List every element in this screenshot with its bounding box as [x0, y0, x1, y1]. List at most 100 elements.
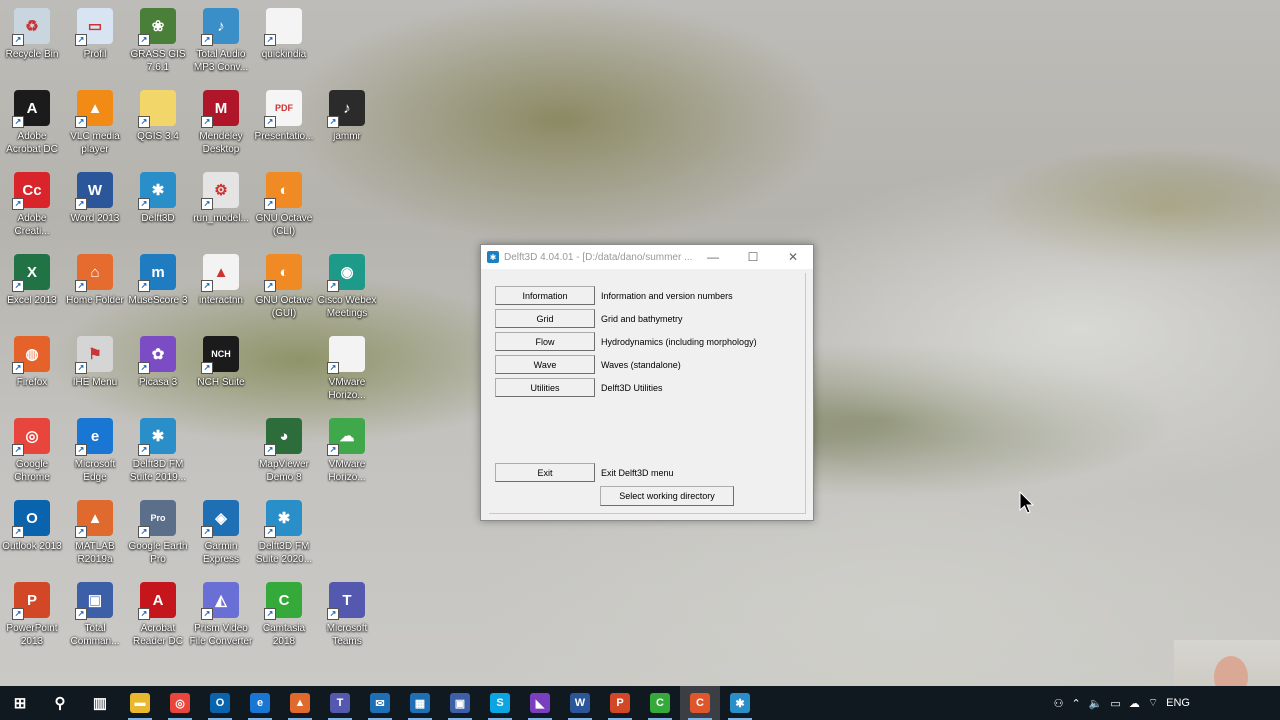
- taskbar-outlook-button[interactable]: O: [200, 686, 240, 720]
- desktop-shortcut[interactable]: ◕ ↗ MapViewer Demo 8: [252, 414, 316, 494]
- desktop-shortcut[interactable]: ↗ QGIS 3.4: [126, 86, 190, 166]
- desktop-shortcut[interactable]: ▭ ↗ Profil: [63, 4, 127, 84]
- desktop-shortcut[interactable]: M ↗ Mendeley Desktop: [189, 86, 253, 166]
- taskbar-word-button[interactable]: W: [560, 686, 600, 720]
- taskbar-file-explorer-button[interactable]: ▬: [120, 686, 160, 720]
- menu-row: Utilities Delft3D Utilities: [495, 378, 663, 397]
- exit-button[interactable]: Exit: [495, 463, 595, 482]
- desktop-shortcut[interactable]: X ↗ Excel 2013: [0, 250, 64, 330]
- total-commander-icon: ▣: [450, 693, 470, 713]
- desktop-shortcut[interactable]: ◭ ↗ Prism Video File Converter: [189, 578, 253, 658]
- camtasia-icon: C ↗: [264, 582, 302, 620]
- taskbar-total-commander-button[interactable]: ▣: [440, 686, 480, 720]
- volume-icon[interactable]: 🔈: [1089, 697, 1103, 710]
- desktop-shortcut[interactable]: ◎ ↗ Google Chrome: [0, 414, 64, 494]
- desktop-shortcut[interactable]: ▲ ↗ VLC media player: [63, 86, 127, 166]
- shortcut-arrow-icon: ↗: [12, 34, 24, 46]
- taskbar-start-button-button[interactable]: ⊞: [0, 686, 40, 720]
- word-icon: W: [570, 693, 590, 713]
- shortcut-arrow-icon: ↗: [138, 116, 150, 128]
- taskbar-camtasia-button[interactable]: C: [640, 686, 680, 720]
- desktop-shortcut[interactable]: ▲ ↗ MATLAB R2019a: [63, 496, 127, 576]
- desktop-shortcut[interactable]: A ↗ Acrobat Reader DC: [126, 578, 190, 658]
- desktop-shortcut[interactable]: ♪ ↗ Total Audio MP3 Conv...: [189, 4, 253, 84]
- taskbar-matlab-button[interactable]: ▲: [280, 686, 320, 720]
- desktop-shortcut-label: NCH Suite: [197, 377, 245, 388]
- information-button[interactable]: Information: [495, 286, 595, 305]
- desktop-shortcut[interactable]: ↗ VMware Horizo...: [315, 332, 379, 412]
- close-button[interactable]: ✕: [773, 250, 813, 264]
- desktop-shortcut[interactable]: ✱ ↗ Delft3D FM Suite 2020...: [252, 496, 316, 576]
- taskbar-delft3d-button[interactable]: ✱: [720, 686, 760, 720]
- desktop-shortcut[interactable]: ↗ quickindia: [252, 4, 316, 84]
- network-icon[interactable]: ⌔: [1148, 696, 1158, 710]
- desktop-shortcut[interactable]: W ↗ Word 2013: [63, 168, 127, 248]
- chevron-up-icon[interactable]: ⌃: [1071, 697, 1080, 710]
- select-working-directory-button[interactable]: Select working directory: [600, 486, 734, 506]
- battery-icon[interactable]: ▭: [1110, 697, 1120, 710]
- desktop-shortcut[interactable]: ◍ ↗ Firefox: [0, 332, 64, 412]
- desktop-shortcut[interactable]: Cc ↗ Adobe Creati...: [0, 168, 64, 248]
- cloud-icon[interactable]: ☁: [1129, 697, 1140, 710]
- desktop-shortcut[interactable]: T ↗ Microsoft Teams: [315, 578, 379, 658]
- taskbar-teams-button[interactable]: T: [320, 686, 360, 720]
- desktop-shortcut[interactable]: ◉ ↗ Cisco Webex Meetings: [315, 250, 379, 330]
- mail-icon: ✉: [370, 693, 390, 713]
- file-explorer-icon: ▬: [130, 693, 150, 713]
- desktop-shortcut[interactable]: m ↗ MuseScore 3: [126, 250, 190, 330]
- taskbar-search-button[interactable]: ⚲: [40, 686, 80, 720]
- taskbar-powerpoint-button[interactable]: P: [600, 686, 640, 720]
- desktop-shortcut[interactable]: ✱ ↗ Delft3D FM Suite 2019...: [126, 414, 190, 494]
- desktop-shortcut[interactable]: ⚑ ↗ IHE Menu: [63, 332, 127, 412]
- desktop-shortcut-label: Delft3D FM Suite 2020...: [255, 541, 313, 565]
- desktop-shortcut[interactable]: ✿ ↗ Picasa 3: [126, 332, 190, 412]
- desktop-shortcut[interactable]: PDF ↗ Presentatio...: [252, 86, 316, 166]
- taskbar-calendar-button[interactable]: ▦: [400, 686, 440, 720]
- desktop-shortcut-label: interactnn: [199, 295, 243, 306]
- taskbar-chrome-button[interactable]: ◎: [160, 686, 200, 720]
- desktop-shortcut[interactable]: ◐ ↗ GNU Octave (CLI): [252, 168, 316, 248]
- desktop-shortcut[interactable]: ♻ ↗ Recycle Bin: [0, 4, 64, 84]
- wave-button[interactable]: Wave: [495, 355, 595, 374]
- desktop-shortcut[interactable]: Pro ↗ Google Earth Pro: [126, 496, 190, 576]
- desktop-shortcut[interactable]: ▲ ↗ interactnn: [189, 250, 253, 330]
- desktop-shortcut[interactable]: ◐ ↗ GNU Octave (GUI): [252, 250, 316, 330]
- utilities-button[interactable]: Utilities: [495, 378, 595, 397]
- desktop-shortcut[interactable]: ◈ ↗ Garmin Express: [189, 496, 253, 576]
- desktop-shortcut[interactable]: ☁ ↗ VMware Horizo...: [315, 414, 379, 494]
- desktop-shortcut[interactable]: A ↗ Adobe Acrobat DC: [0, 86, 64, 166]
- nch-suite-icon: NCH ↗: [201, 336, 239, 374]
- shortcut-arrow-icon: ↗: [75, 526, 87, 538]
- flow-button[interactable]: Flow: [495, 332, 595, 351]
- taskbar-task-view-button[interactable]: ▥: [80, 686, 120, 720]
- desktop-shortcut[interactable]: P ↗ PowerPoint 2013: [0, 578, 64, 658]
- desktop-shortcut[interactable]: ✱ ↗ Delft3D: [126, 168, 190, 248]
- grid-button[interactable]: Grid: [495, 309, 595, 328]
- desktop-shortcut[interactable]: NCH ↗ NCH Suite: [189, 332, 253, 412]
- taskbar-skype-button[interactable]: S: [480, 686, 520, 720]
- shortcut-arrow-icon: ↗: [138, 362, 150, 374]
- desktop-shortcut-label: Recycle Bin: [5, 49, 59, 60]
- maximize-button[interactable]: ☐: [733, 250, 773, 264]
- people-icon[interactable]: ⚇: [1054, 697, 1064, 710]
- desktop-shortcut[interactable]: ❀ ↗ GRASS GIS 7.6.1: [126, 4, 190, 84]
- taskbar-visual-studio-button[interactable]: ◣: [520, 686, 560, 720]
- desktop-shortcut[interactable]: ⚙ ↗ run_model...: [189, 168, 253, 248]
- desktop-shortcut[interactable]: ▣ ↗ Total Comman...: [63, 578, 127, 658]
- desktop-shortcut[interactable]: ♪ ↗ jammr: [315, 86, 379, 166]
- desktop-shortcut-label: GNU Octave (GUI): [255, 295, 313, 319]
- title-bar[interactable]: ✱ Delft3D 4.04.01 - [D:/data/dano/summer…: [481, 245, 813, 269]
- desktop-shortcut[interactable]: C ↗ Camtasia 2018: [252, 578, 316, 658]
- taskbar-mail-button[interactable]: ✉: [360, 686, 400, 720]
- taskbar-edge-button[interactable]: e: [240, 686, 280, 720]
- language-indicator[interactable]: ENG: [1166, 697, 1190, 709]
- desktop-shortcut[interactable]: O ↗ Outlook 2013: [0, 496, 64, 576]
- shortcut-arrow-icon: ↗: [12, 526, 24, 538]
- desktop-shortcut[interactable]: ⌂ ↗ Home Folder: [63, 250, 127, 330]
- batch-file-icon: ⚙ ↗: [201, 172, 239, 210]
- taskbar-camtasia-recorder-button[interactable]: C: [680, 686, 720, 720]
- desktop-shortcut[interactable]: e ↗ Microsoft Edge: [63, 414, 127, 494]
- desktop-shortcut-label: Outlook 2013: [2, 541, 62, 552]
- minimize-button[interactable]: —: [693, 250, 733, 264]
- desktop-shortcut-label: jammr: [333, 131, 361, 142]
